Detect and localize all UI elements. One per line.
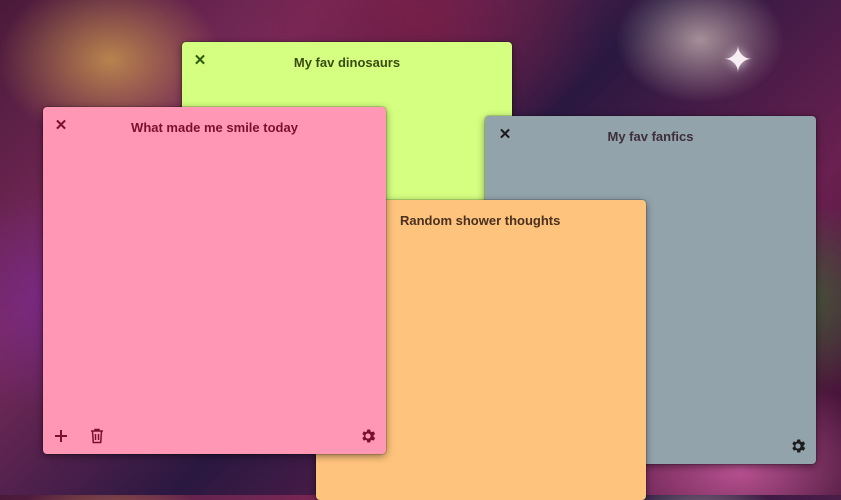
close-icon[interactable]: ✕	[497, 127, 513, 143]
note-title: My fav fanfics	[607, 128, 694, 144]
wallpaper-sparkle-icon: ✦	[722, 39, 754, 80]
note-footer	[43, 418, 386, 454]
trash-icon[interactable]	[87, 426, 107, 446]
gear-icon[interactable]	[358, 426, 378, 446]
note-what-made-me-smile-today[interactable]: ✕ What made me smile today	[43, 107, 386, 454]
note-header: ✕ My fav fanfics	[485, 116, 816, 156]
close-icon[interactable]: ✕	[192, 53, 208, 69]
note-title: Random shower thoughts	[400, 212, 561, 228]
plus-icon[interactable]	[51, 426, 71, 446]
note-title: What made me smile today	[131, 119, 298, 135]
close-icon[interactable]: ✕	[53, 118, 69, 134]
gear-icon[interactable]	[788, 436, 808, 456]
note-header: ✕ My fav dinosaurs	[182, 42, 512, 82]
note-title: My fav dinosaurs	[293, 54, 401, 70]
note-body[interactable]	[43, 147, 386, 418]
note-header: ✕ What made me smile today	[43, 107, 386, 147]
